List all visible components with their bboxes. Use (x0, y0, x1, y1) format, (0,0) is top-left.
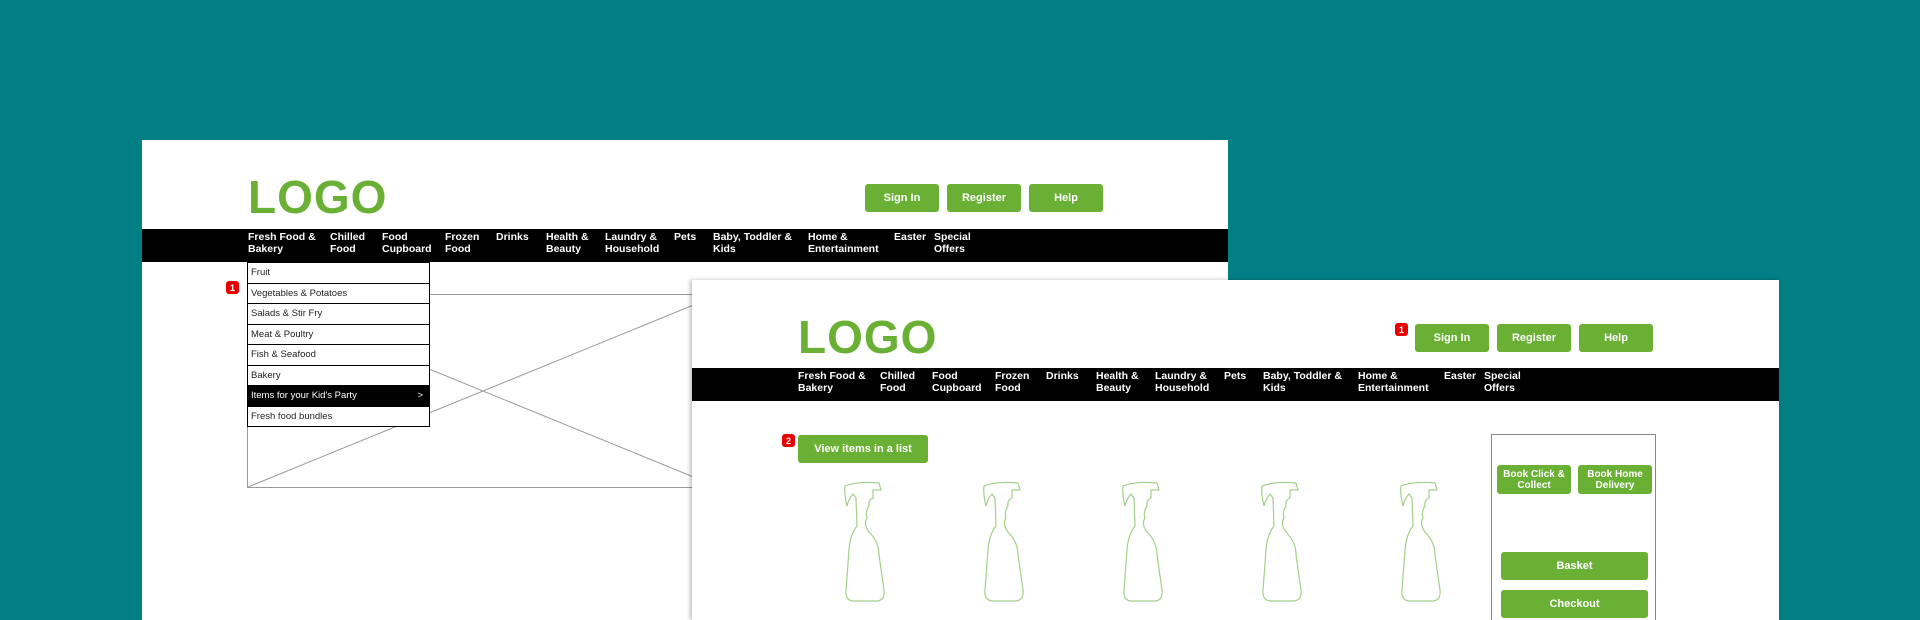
nav-item-baby-toddler-kids[interactable]: Baby, Toddler & Kids (1263, 369, 1358, 394)
register-button[interactable]: Register (947, 184, 1021, 212)
nav-item-drinks[interactable]: Drinks (1046, 369, 1096, 394)
help-button[interactable]: Help (1029, 184, 1103, 212)
basket-sidebar: Book Click & Collect Book Home Delivery … (1491, 434, 1656, 620)
logo[interactable]: LOGO (248, 174, 387, 220)
chevron-right-icon: > (417, 390, 423, 402)
nav-item-health-beauty[interactable]: Health & Beauty (546, 230, 605, 255)
spray-bottle-icon[interactable] (839, 480, 893, 604)
basket-button[interactable]: Basket (1501, 552, 1648, 580)
register-button[interactable]: Register (1497, 324, 1571, 352)
nav-item-frozen-food[interactable]: Frozen Food (445, 230, 496, 255)
nav-item-chilled-food[interactable]: Chilled Food (880, 369, 932, 394)
sign-in-button[interactable]: Sign In (1415, 324, 1489, 352)
help-button[interactable]: Help (1579, 324, 1653, 352)
nav-item-food-cupboard[interactable]: Food Cupboard (382, 230, 445, 255)
annotation-badge-2: 2 (782, 434, 795, 447)
nav-item-pets[interactable]: Pets (674, 230, 713, 255)
nav-item-special-offers[interactable]: Special Offers (1484, 369, 1534, 394)
category-nav-list: Fresh Food & Bakery Chilled Food Food Cupbo… (798, 369, 1534, 394)
spray-bottle-icon[interactable] (978, 480, 1032, 604)
dropdown-item-kids-party[interactable]: Items for your Kid's Party > (248, 385, 429, 406)
nav-item-easter[interactable]: Easter (1444, 369, 1484, 394)
nav-item-drinks[interactable]: Drinks (496, 230, 546, 255)
nav-item-frozen-food[interactable]: Frozen Food (995, 369, 1046, 394)
view-items-in-list-button[interactable]: View items in a list (798, 435, 928, 463)
nav-item-chilled-food[interactable]: Chilled Food (330, 230, 382, 255)
nav-item-fresh-food[interactable]: Fresh Food & Bakery (798, 369, 880, 394)
category-nav-bar: Fresh Food & Bakery Chilled Food Food Cupbo… (692, 368, 1779, 401)
nav-item-laundry-household[interactable]: Laundry & Household (1155, 369, 1224, 394)
book-home-delivery-button[interactable]: Book Home Delivery (1578, 465, 1652, 494)
nav-item-fresh-food[interactable]: Fresh Food & Bakery (248, 230, 330, 255)
logo[interactable]: LOGO (798, 314, 937, 360)
nav-item-easter[interactable]: Easter (894, 230, 934, 255)
spray-bottle-icon[interactable] (1395, 480, 1449, 604)
nav-item-pets[interactable]: Pets (1224, 369, 1263, 394)
dropdown-item-bakery[interactable]: Bakery (248, 364, 429, 386)
dropdown-item-fresh-food-bundles[interactable]: Fresh food bundles (248, 405, 429, 427)
sign-in-button[interactable]: Sign In (865, 184, 939, 212)
spray-bottle-icon[interactable] (1256, 480, 1310, 604)
dropdown-item-meat-poultry[interactable]: Meat & Poultry (248, 323, 429, 345)
dropdown-item-vegetables[interactable]: Vegetables & Potatoes (248, 282, 429, 304)
dropdown-item-fruit[interactable]: Fruit (248, 262, 429, 283)
dropdown-item-salads[interactable]: Salads & Stir Fry (248, 303, 429, 324)
book-click-collect-button[interactable]: Book Click & Collect (1497, 465, 1571, 494)
header-buttons: Sign In Register Help (865, 184, 1103, 212)
nav-item-food-cupboard[interactable]: Food Cupboard (932, 369, 995, 394)
annotation-badge-1: 1 (226, 281, 239, 294)
category-nav-bar: Fresh Food & Bakery Chilled Food Food Cupbo… (142, 229, 1228, 262)
spray-bottle-icon[interactable] (1117, 480, 1171, 604)
category-nav-list: Fresh Food & Bakery Chilled Food Food Cupbo… (248, 230, 984, 255)
category-dropdown-menu: Fruit Vegetables & Potatoes Salads & Sti… (247, 262, 430, 427)
annotation-badge-1: 1 (1395, 323, 1408, 336)
dropdown-item-fish-seafood[interactable]: Fish & Seafood (248, 344, 429, 365)
checkout-button[interactable]: Checkout (1501, 590, 1648, 618)
nav-item-health-beauty[interactable]: Health & Beauty (1096, 369, 1155, 394)
wireframe-panel-front: LOGO 1 Sign In Register Help Fresh Food … (692, 280, 1779, 620)
nav-item-special-offers[interactable]: Special Offers (934, 230, 984, 255)
header-buttons: Sign In Register Help (1415, 324, 1653, 352)
nav-item-home-entertainment[interactable]: Home & Entertainment (808, 230, 894, 255)
nav-item-laundry-household[interactable]: Laundry & Household (605, 230, 674, 255)
nav-item-home-entertainment[interactable]: Home & Entertainment (1358, 369, 1444, 394)
nav-item-baby-toddler-kids[interactable]: Baby, Toddler & Kids (713, 230, 808, 255)
